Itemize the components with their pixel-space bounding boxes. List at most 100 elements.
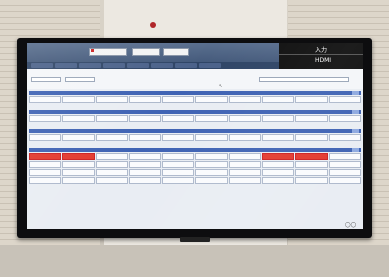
- status-cell[interactable]: [295, 161, 328, 168]
- status-cell[interactable]: [228, 115, 262, 122]
- status-cell[interactable]: [195, 153, 228, 160]
- status-cell[interactable]: [29, 115, 62, 122]
- nav-tab[interactable]: [31, 63, 53, 68]
- section-row-4b: [29, 161, 361, 168]
- status-cell[interactable]: [29, 96, 62, 103]
- status-cell[interactable]: [128, 96, 162, 103]
- app-nav: [27, 62, 279, 69]
- status-cell[interactable]: [262, 134, 295, 141]
- status-cell[interactable]: [262, 161, 295, 168]
- collapse-button[interactable]: [352, 129, 359, 133]
- nav-tab[interactable]: [175, 63, 197, 68]
- section-header-1: [29, 91, 361, 95]
- status-cell[interactable]: [228, 161, 262, 168]
- status-cell[interactable]: [195, 96, 228, 103]
- status-cell[interactable]: [162, 161, 195, 168]
- collapse-button[interactable]: [352, 110, 359, 114]
- status-cell[interactable]: [195, 115, 228, 122]
- status-cell[interactable]: [29, 153, 62, 160]
- status-cell[interactable]: [128, 134, 162, 141]
- status-cell[interactable]: [128, 161, 162, 168]
- status-cell[interactable]: [128, 177, 162, 184]
- section-row-3a: [29, 134, 361, 141]
- status-cell[interactable]: [328, 134, 361, 141]
- status-cell[interactable]: [328, 153, 361, 160]
- status-cell[interactable]: [162, 134, 195, 141]
- status-cell[interactable]: [29, 169, 62, 176]
- tv-screen: 入力 HDMI ↖ ◯◯: [27, 43, 363, 229]
- status-cell[interactable]: [95, 161, 128, 168]
- status-cell[interactable]: [328, 161, 361, 168]
- status-cell[interactable]: [162, 177, 195, 184]
- status-cell[interactable]: [162, 115, 195, 122]
- status-cell[interactable]: [29, 161, 62, 168]
- zoom-icon[interactable]: ◯◯: [345, 222, 356, 228]
- header-field-1[interactable]: [89, 48, 127, 56]
- nav-tab[interactable]: [55, 63, 77, 68]
- filter-field-3[interactable]: [259, 77, 349, 82]
- status-cell[interactable]: [195, 177, 228, 184]
- status-cell[interactable]: [62, 115, 95, 122]
- status-cell[interactable]: [62, 169, 95, 176]
- section-row-4d: [29, 177, 361, 184]
- status-cell[interactable]: [162, 169, 195, 176]
- status-cell[interactable]: [95, 153, 128, 160]
- status-cell[interactable]: [62, 161, 95, 168]
- nav-tab[interactable]: [127, 63, 149, 68]
- status-cell[interactable]: [262, 177, 295, 184]
- status-cell[interactable]: [262, 96, 295, 103]
- status-cell[interactable]: [162, 96, 195, 103]
- status-cell[interactable]: [162, 153, 195, 160]
- nav-tab[interactable]: [151, 63, 173, 68]
- status-cell[interactable]: [62, 153, 95, 160]
- status-cell[interactable]: [128, 115, 162, 122]
- overlay-divider: [279, 54, 363, 55]
- collapse-button[interactable]: [352, 148, 359, 152]
- status-cell[interactable]: [95, 177, 128, 184]
- status-cell[interactable]: [295, 169, 328, 176]
- status-cell[interactable]: [295, 96, 328, 103]
- header-field-2[interactable]: [132, 48, 160, 56]
- filter-field-2[interactable]: [65, 77, 95, 82]
- status-cell[interactable]: [328, 96, 361, 103]
- status-cell[interactable]: [62, 134, 95, 141]
- status-cell[interactable]: [95, 96, 128, 103]
- status-cell[interactable]: [262, 115, 295, 122]
- status-cell[interactable]: [262, 169, 295, 176]
- status-cell[interactable]: [195, 134, 228, 141]
- status-cell[interactable]: [295, 134, 328, 141]
- nav-tab[interactable]: [79, 63, 101, 68]
- status-cell[interactable]: [95, 115, 128, 122]
- collapse-button[interactable]: [352, 91, 359, 95]
- status-cell[interactable]: [195, 161, 228, 168]
- status-cell[interactable]: [228, 96, 262, 103]
- section-row-2a: [29, 115, 361, 122]
- status-cell[interactable]: [328, 115, 361, 122]
- header-field-3[interactable]: [163, 48, 189, 56]
- status-cell[interactable]: [62, 96, 95, 103]
- status-cell[interactable]: [228, 169, 262, 176]
- status-cell[interactable]: [95, 169, 128, 176]
- nav-tab[interactable]: [199, 63, 221, 68]
- status-cell[interactable]: [295, 115, 328, 122]
- section-header-3: [29, 129, 361, 133]
- status-cell[interactable]: [128, 169, 162, 176]
- status-cell[interactable]: [228, 134, 262, 141]
- status-cell[interactable]: [62, 177, 95, 184]
- section-header-2: [29, 110, 361, 114]
- status-cell[interactable]: [328, 177, 361, 184]
- status-cell[interactable]: [29, 134, 62, 141]
- status-cell[interactable]: [228, 153, 262, 160]
- status-cell[interactable]: [262, 153, 295, 160]
- status-cell[interactable]: [295, 177, 328, 184]
- status-cell[interactable]: [295, 153, 328, 160]
- status-cell[interactable]: [128, 153, 162, 160]
- status-cell[interactable]: [29, 177, 62, 184]
- status-cell[interactable]: [95, 134, 128, 141]
- status-cell[interactable]: [195, 169, 228, 176]
- status-cell[interactable]: [328, 169, 361, 176]
- nav-tab[interactable]: [103, 63, 125, 68]
- overlay-source: HDMI: [315, 57, 332, 64]
- filter-field-1[interactable]: [31, 77, 61, 82]
- status-cell[interactable]: [228, 177, 262, 184]
